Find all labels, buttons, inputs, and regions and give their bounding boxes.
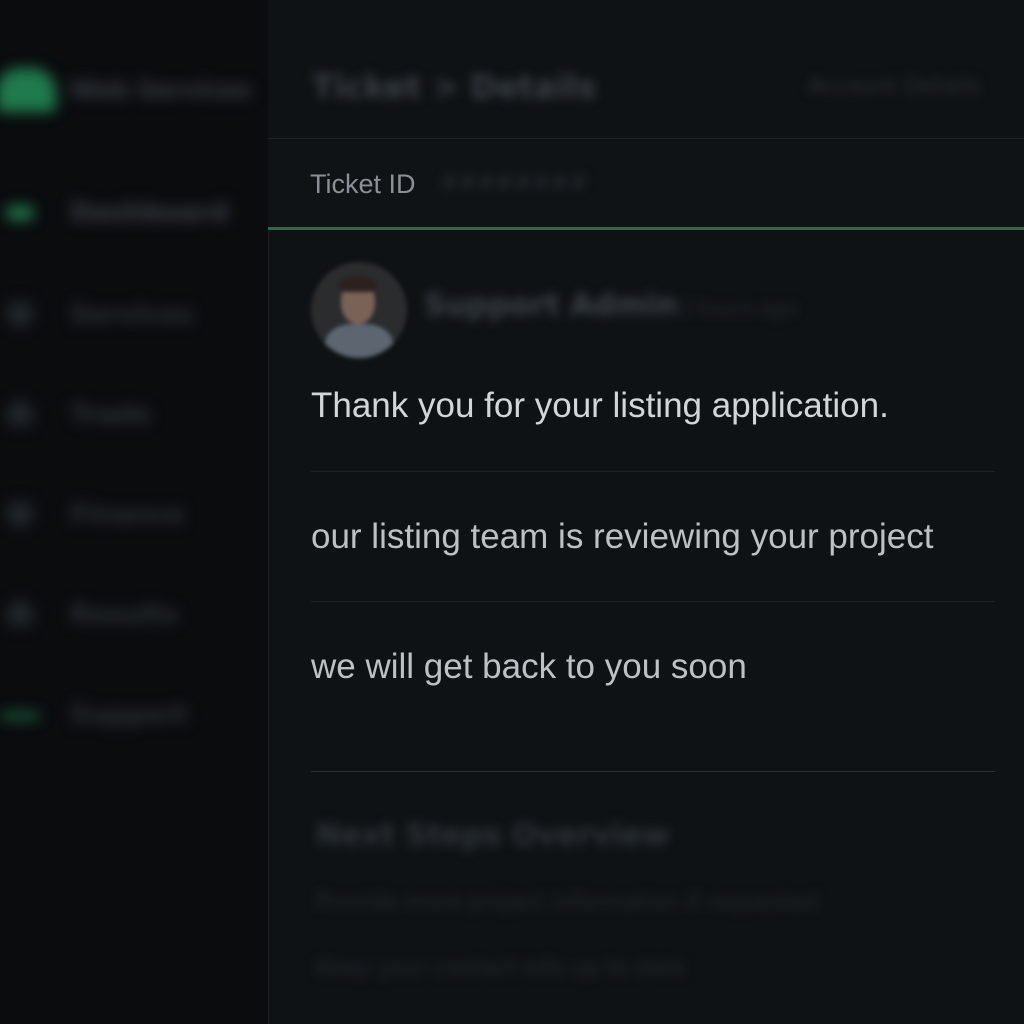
page-header: Ticket > Details Account Details xyxy=(268,0,1024,139)
ticket-bar: Ticket ID ######## xyxy=(268,139,1024,230)
sidebar-item-support[interactable]: Support xyxy=(0,692,260,742)
results-icon xyxy=(6,600,34,628)
footer-line: Provide more project information if requ… xyxy=(316,890,818,915)
divider xyxy=(311,771,995,772)
sidebar-item-results[interactable]: Results xyxy=(0,592,260,642)
sidebar-item-label: Trade xyxy=(70,400,152,430)
sidebar-item-label: Dashboard xyxy=(70,198,229,228)
brand-name: Web Services xyxy=(70,76,252,104)
sidebar: Web Services Dashboard Services Trade Fi… xyxy=(0,0,269,1024)
footer-line: Keep your contact info up to date xyxy=(316,956,685,981)
brand[interactable]: Web Services xyxy=(0,62,260,122)
sidebar-item-services[interactable]: Services xyxy=(0,292,260,342)
services-icon xyxy=(6,300,34,328)
message-line: Thank you for your listing application. xyxy=(311,386,889,425)
page-title: Ticket > Details xyxy=(312,68,597,106)
sidebar-item-label: Support xyxy=(70,700,188,730)
sidebar-item-label: Results xyxy=(70,600,179,630)
sidebar-item-label: Finance xyxy=(70,500,185,530)
sidebar-item-finance[interactable]: Finance xyxy=(0,492,260,542)
dashboard-icon xyxy=(6,206,34,220)
avatar xyxy=(311,262,407,358)
ticket-id-label: Ticket ID xyxy=(310,169,416,199)
divider xyxy=(311,601,995,602)
message-line: our listing team is reviewing your proje… xyxy=(311,517,934,556)
divider xyxy=(311,471,995,472)
ticket-id-value: ######## xyxy=(440,171,588,196)
brand-logo-icon xyxy=(0,68,56,112)
sidebar-item-trade[interactable]: Trade xyxy=(0,392,260,442)
message-line: we will get back to you soon xyxy=(311,647,747,686)
message-timestamp: 2 hours ago xyxy=(678,296,797,320)
trade-icon xyxy=(6,400,34,428)
app-window: Web Services Dashboard Services Trade Fi… xyxy=(0,0,1024,1024)
message-thread: Support Admin 2 hours ago Thank you for … xyxy=(268,230,1024,1024)
sidebar-item-dashboard[interactable]: Dashboard xyxy=(0,190,260,240)
footer-title: Next Steps Overview xyxy=(316,818,670,853)
sidebar-item-label: Services xyxy=(70,300,194,330)
finance-icon xyxy=(6,500,34,528)
account-link[interactable]: Account Details xyxy=(808,74,980,99)
sender-name: Support Admin xyxy=(424,288,678,323)
support-icon xyxy=(0,712,40,720)
